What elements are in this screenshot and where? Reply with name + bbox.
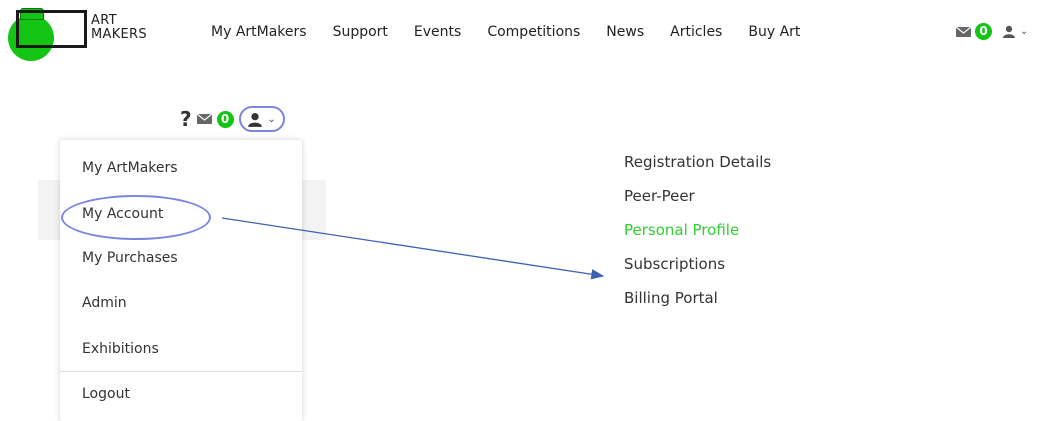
link-personal-profile[interactable]: Personal Profile — [624, 219, 784, 242]
link-registration-details[interactable]: Registration Details — [624, 151, 784, 174]
account-toolbar: ? 0 ⌄ — [180, 106, 285, 132]
chevron-down-icon: ⌄ — [267, 113, 276, 125]
message-count-badge: 0 — [216, 110, 234, 128]
my-account-highlight-ring — [61, 195, 211, 240]
nav-news[interactable]: News — [606, 24, 644, 40]
user-icon — [248, 112, 263, 127]
link-peer-peer[interactable]: Peer-Peer — [624, 185, 784, 208]
link-billing-portal[interactable]: Billing Portal — [624, 287, 784, 310]
main-nav: My ArtMakers Support Events Competitions… — [211, 24, 826, 40]
user-icon[interactable] — [1002, 25, 1016, 38]
logo-text: ART MAKERS — [91, 14, 147, 42]
question-icon[interactable]: ? — [180, 107, 192, 131]
nav-my-artmakers[interactable]: My ArtMakers — [211, 24, 307, 40]
nav-competitions[interactable]: Competitions — [487, 24, 580, 40]
menu-item-exhibitions[interactable]: Exhibitions — [82, 341, 159, 357]
menu-item-admin[interactable]: Admin — [82, 295, 127, 311]
artmakers-logo[interactable]: ART MAKERS — [8, 8, 158, 61]
logo-line2: MAKERS — [91, 27, 147, 42]
chevron-down-icon[interactable]: ⌄ — [1020, 26, 1028, 37]
nav-events[interactable]: Events — [414, 24, 461, 40]
nav-support[interactable]: Support — [333, 24, 388, 40]
nav-articles[interactable]: Articles — [670, 24, 722, 40]
top-navbar: ART MAKERS My ArtMakers Support Events C… — [0, 0, 1042, 70]
account-section-menu: Registration Details Peer-Peer Personal … — [624, 151, 784, 321]
link-subscriptions[interactable]: Subscriptions — [624, 253, 784, 276]
menu-divider — [60, 371, 302, 372]
user-menu-toggle[interactable]: ⌄ — [238, 106, 285, 132]
logo-line1: ART — [91, 13, 117, 28]
message-count-badge: 0 — [975, 23, 992, 40]
menu-item-my-purchases[interactable]: My Purchases — [82, 250, 178, 266]
user-dropdown-menu: My ArtMakers My Account My Purchases Adm… — [60, 140, 302, 421]
envelope-icon[interactable] — [956, 26, 971, 37]
menu-item-logout[interactable]: Logout — [82, 386, 130, 402]
logo-frame — [16, 10, 87, 48]
nav-buy-art[interactable]: Buy Art — [748, 24, 800, 40]
top-right-icons: 0 ⌄ — [956, 23, 1028, 40]
envelope-icon[interactable] — [196, 114, 212, 124]
menu-item-my-artmakers[interactable]: My ArtMakers — [82, 160, 178, 176]
